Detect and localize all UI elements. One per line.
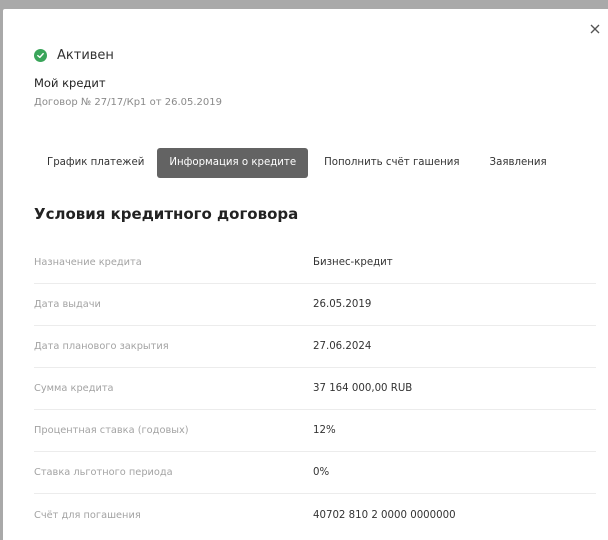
detail-row-issue-date: Дата выдачи 26.05.2019 (34, 284, 596, 326)
detail-label: Дата планового закрытия (34, 341, 169, 352)
status-badge: Активен (34, 48, 114, 63)
close-icon[interactable] (588, 22, 602, 36)
tab-payment-schedule[interactable]: График платежей (35, 148, 156, 178)
detail-row-grace-rate: Ставка льготного периода 0% (34, 452, 596, 494)
tab-loan-info[interactable]: Информация о кредите (157, 148, 309, 178)
detail-row-interest-rate: Процентная ставка (годовых) 12% (34, 410, 596, 452)
detail-value: 0% (313, 467, 330, 478)
detail-label: Назначение кредита (34, 257, 142, 268)
detail-value: 12% (313, 425, 336, 436)
loan-details-modal: Активен Мой кредит Договор № 27/17/Кр1 о… (3, 9, 608, 540)
section-title: Условия кредитного договора (34, 205, 299, 223)
detail-label: Сумма кредита (34, 383, 114, 394)
detail-label: Счёт для погашения (34, 509, 141, 521)
status-label: Активен (57, 48, 114, 63)
tab-top-up-repayment-account[interactable]: Пополнить счёт гашения (312, 148, 471, 178)
detail-row-repayment-account: Счёт для погашения 40702 810 2 0000 0000… (34, 494, 596, 536)
detail-row-closing-date: Дата планового закрытия 27.06.2024 (34, 326, 596, 368)
tab-applications[interactable]: Заявления (478, 148, 559, 178)
detail-label: Ставка льготного периода (34, 467, 173, 478)
detail-value: 37 164 000,00 RUB (313, 383, 413, 394)
check-circle-icon (34, 49, 47, 62)
detail-value: 27.06.2024 (313, 341, 372, 352)
loan-details-list: Назначение кредита Бизнес-кредит Дата вы… (34, 242, 596, 536)
detail-row-purpose: Назначение кредита Бизнес-кредит (34, 242, 596, 284)
contract-number: Договор № 27/17/Кр1 от 26.05.2019 (34, 97, 222, 108)
detail-value: Бизнес-кредит (313, 257, 393, 268)
detail-label: Процентная ставка (годовых) (34, 425, 189, 436)
detail-row-amount: Сумма кредита 37 164 000,00 RUB (34, 368, 596, 410)
detail-label: Дата выдачи (34, 299, 101, 310)
tabs-bar: График платежей Информация о кредите Поп… (35, 148, 559, 178)
detail-value: 26.05.2019 (313, 299, 372, 310)
detail-value: 40702 810 2 0000 0000000 (313, 509, 456, 521)
loan-name: Мой кредит (34, 76, 106, 90)
